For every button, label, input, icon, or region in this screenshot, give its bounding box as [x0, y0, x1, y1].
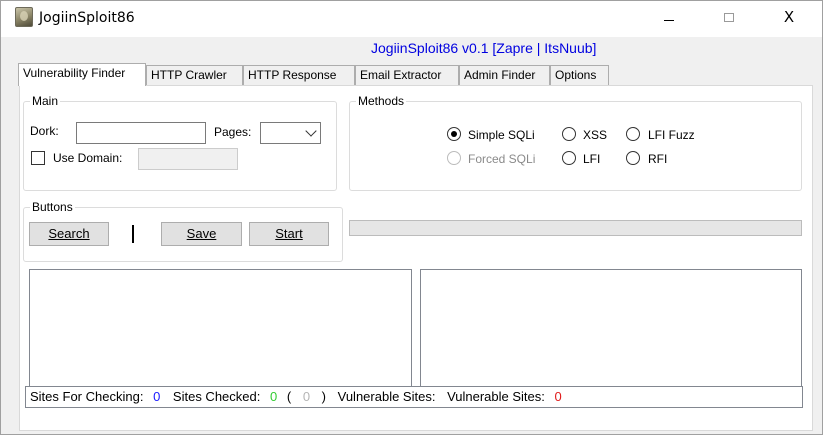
sites-for-checking-count: 0 [153, 389, 161, 404]
tab-email-extractor[interactable]: Email Extractor [355, 65, 459, 85]
vulnerable-sites-count: 0 [554, 389, 562, 404]
sites-checked-extra: 0 [302, 389, 311, 404]
window-title: JogiinSploit86 [39, 10, 135, 26]
pages-label: Pages: [214, 125, 252, 139]
sites-for-checking-list[interactable] [29, 269, 412, 389]
chevron-down-icon [305, 125, 317, 137]
vulnerable-sites-label-2: Vulnerable Sites: [447, 389, 545, 404]
rfi-label[interactable]: RFI [648, 152, 667, 166]
sites-for-checking-label: Sites For Checking: [30, 389, 144, 404]
domain-input [138, 148, 238, 170]
dork-input[interactable] [76, 122, 206, 144]
lfi-fuzz-radio[interactable] [626, 127, 640, 141]
tab-admin-finder[interactable]: Admin Finder [459, 65, 550, 85]
minimize-icon [664, 19, 674, 21]
lfi-fuzz-label[interactable]: LFI Fuzz [648, 128, 695, 142]
buttons-groupbox: Buttons Search Save Start [23, 200, 343, 262]
use-domain-label[interactable]: Use Domain: [53, 151, 122, 165]
maximize-icon [724, 12, 734, 22]
xss-radio[interactable] [562, 127, 576, 141]
close-paren: ) [321, 389, 327, 404]
tab-page-vulnerability-finder: Main Dork: Pages: Use Domain: Methods Si… [19, 85, 813, 431]
rfi-radio[interactable] [626, 151, 640, 165]
activity-indicator [132, 225, 134, 243]
buttons-group-title: Buttons [30, 200, 75, 214]
lfi-label[interactable]: LFI [583, 152, 600, 166]
save-button[interactable]: Save [161, 222, 242, 246]
title-bar[interactable]: JogiinSploit86 X [1, 1, 822, 37]
forced-sqli-label: Forced SQLi [468, 152, 536, 166]
client-area: JogiinSploit86 v0.1 [Zapre | ItsNuub] Vu… [8, 37, 816, 431]
app-window: JogiinSploit86 X JogiinSploit86 v0.1 [Za… [0, 0, 823, 435]
vulnerable-sites-label-1: Vulnerable Sites: [337, 389, 436, 404]
methods-groupbox: Methods Simple SQLi XSS LFI Fuzz Forced … [349, 94, 802, 191]
app-header-label: JogiinSploit86 v0.1 [Zapre | ItsNuub] [371, 40, 597, 56]
tab-vulnerability-finder[interactable]: Vulnerability Finder [18, 63, 146, 86]
forced-sqli-radio [447, 151, 461, 165]
sites-checked-label: Sites Checked: [172, 389, 261, 404]
sites-checked-count: 0 [269, 389, 278, 404]
dork-label: Dork: [30, 124, 59, 138]
app-icon[interactable] [15, 7, 33, 27]
simple-sqli-label[interactable]: Simple SQLi [468, 128, 535, 142]
maximize-button[interactable] [701, 1, 757, 33]
start-button[interactable]: Start [249, 222, 329, 246]
use-domain-checkbox[interactable] [31, 151, 45, 165]
minimize-button[interactable] [641, 1, 697, 33]
status-bar: Sites For Checking: 0 Sites Checked: 0 (… [25, 386, 803, 408]
search-button[interactable]: Search [29, 222, 109, 246]
lfi-radio[interactable] [562, 151, 576, 165]
xss-label[interactable]: XSS [583, 128, 607, 142]
tab-options[interactable]: Options [550, 65, 609, 85]
close-icon: X [783, 8, 795, 26]
pages-select[interactable] [260, 122, 321, 144]
tab-http-response[interactable]: HTTP Response [243, 65, 355, 85]
main-group-title: Main [30, 94, 61, 108]
close-button[interactable]: X [761, 1, 817, 33]
tab-http-crawler[interactable]: HTTP Crawler [146, 65, 243, 85]
main-groupbox: Main Dork: Pages: Use Domain: [23, 94, 337, 191]
progress-bar [349, 220, 802, 236]
open-paren: ( [286, 389, 292, 404]
simple-sqli-radio[interactable] [447, 127, 461, 141]
vulnerable-sites-list[interactable] [420, 269, 802, 389]
methods-group-title: Methods [356, 94, 407, 108]
